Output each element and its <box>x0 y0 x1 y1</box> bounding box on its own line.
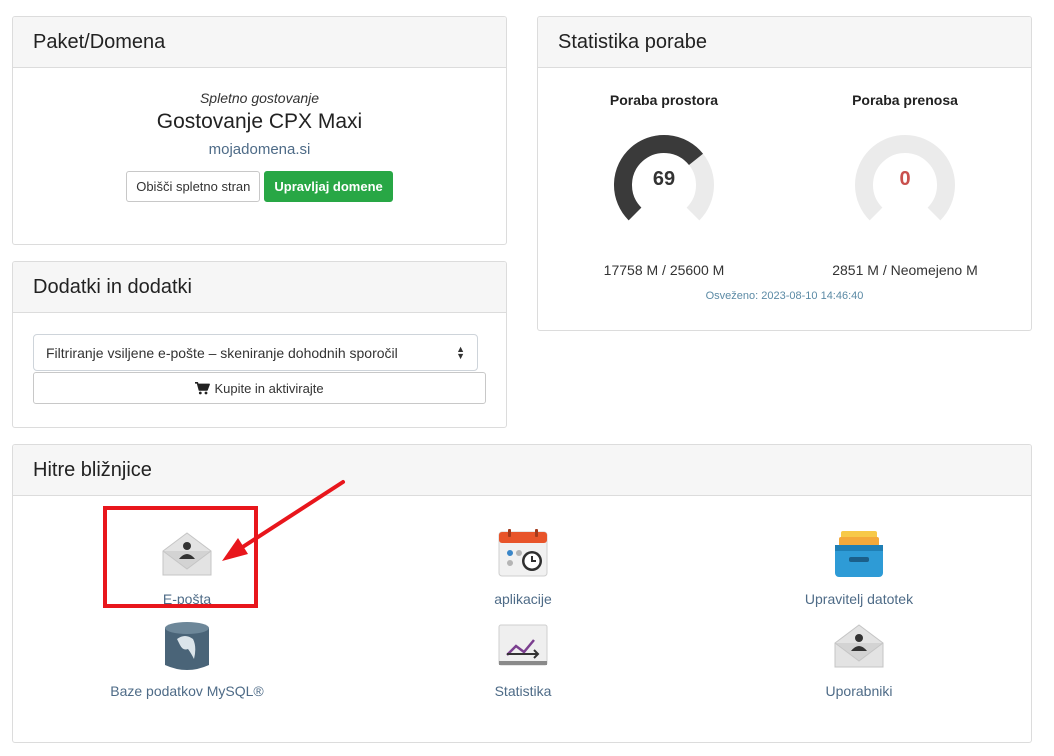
addons-panel: Dodatki in dodatki Filtriranje vsiljene … <box>12 261 507 428</box>
shortcut-statistics[interactable]: Statistika <box>423 621 623 699</box>
addon-select[interactable]: Filtriranje vsiljene e-pošte – skeniranj… <box>33 334 478 371</box>
refresh-timestamp: Osveženo: 2023-08-10 14:46:40 <box>705 290 864 302</box>
users-envelope-icon <box>834 624 884 668</box>
bandwidth-usage-amount: 2851 M / Neomejeno M <box>832 262 978 278</box>
manage-domains-button[interactable]: Upravljaj domene <box>264 171 393 202</box>
buy-activate-button[interactable]: Kupite in aktivirajte <box>33 372 486 404</box>
annotation-highlight-box <box>103 506 258 608</box>
package-panel: Paket/Domena Spletno gostovanje Gostovan… <box>12 16 507 245</box>
visit-website-button[interactable]: Obišči spletno stran <box>126 171 261 202</box>
shortcut-statistics-label: Statistika <box>494 683 552 699</box>
usage-stats-panel: Statistika porabe Poraba prostora 69 177… <box>537 16 1032 331</box>
buy-activate-label: Kupite in aktivirajte <box>214 380 324 396</box>
package-panel-title: Paket/Domena <box>33 30 166 53</box>
disk-usage-amount: 17758 M / 25600 M <box>603 262 725 278</box>
disk-usage-value: 69 <box>652 168 676 190</box>
statistics-chart-icon <box>498 624 548 666</box>
shortcut-users[interactable]: Uporabniki <box>759 621 959 699</box>
disk-usage-title: Poraba prostora <box>609 92 719 108</box>
addons-panel-header: Dodatki in dodatki <box>13 262 506 313</box>
quick-shortcuts-title: Hitre bližnjice <box>33 458 152 481</box>
package-domain: mojadomena.si <box>208 141 311 158</box>
shopping-cart-icon <box>195 381 211 394</box>
file-drawer-icon <box>835 531 883 577</box>
usage-stats-header: Statistika porabe <box>538 17 1031 68</box>
bandwidth-usage-title: Poraba prenosa <box>852 92 958 108</box>
shortcut-file-manager-label: Upravitelj datotek <box>804 591 914 607</box>
shortcut-applications-label: aplikacije <box>494 591 552 607</box>
usage-stats-title: Statistika porabe <box>558 30 707 53</box>
shortcut-applications[interactable]: aplikacije <box>423 529 623 607</box>
addon-select-value: Filtriranje vsiljene e-pošte – skeniranj… <box>46 344 398 361</box>
shortcut-mysql-databases[interactable]: Baze podatkov MySQL® <box>87 621 287 699</box>
package-panel-header: Paket/Domena <box>13 17 506 68</box>
shortcut-file-manager[interactable]: Upravitelj datotek <box>759 529 959 607</box>
bandwidth-usage-gauge: Poraba prenosa 0 2851 M / Neomejeno M <box>805 92 1005 278</box>
package-name: Gostovanje CPX Maxi <box>156 110 363 133</box>
quick-shortcuts-header: Hitre bližnjice <box>13 445 1031 496</box>
addons-panel-title: Dodatki in dodatki <box>33 275 192 298</box>
shortcut-mysql-label: Baze podatkov MySQL® <box>110 683 264 699</box>
database-dolphin-icon <box>165 622 209 670</box>
select-arrows-icon: ▲ ▼ <box>456 343 465 361</box>
shortcut-users-label: Uporabniki <box>825 683 893 699</box>
bandwidth-usage-value: 0 <box>899 168 911 190</box>
package-type: Spletno gostovanje <box>199 90 320 106</box>
calendar-clock-icon <box>498 529 548 577</box>
disk-usage-gauge: Poraba prostora 69 17758 M / 25600 M <box>564 92 764 278</box>
